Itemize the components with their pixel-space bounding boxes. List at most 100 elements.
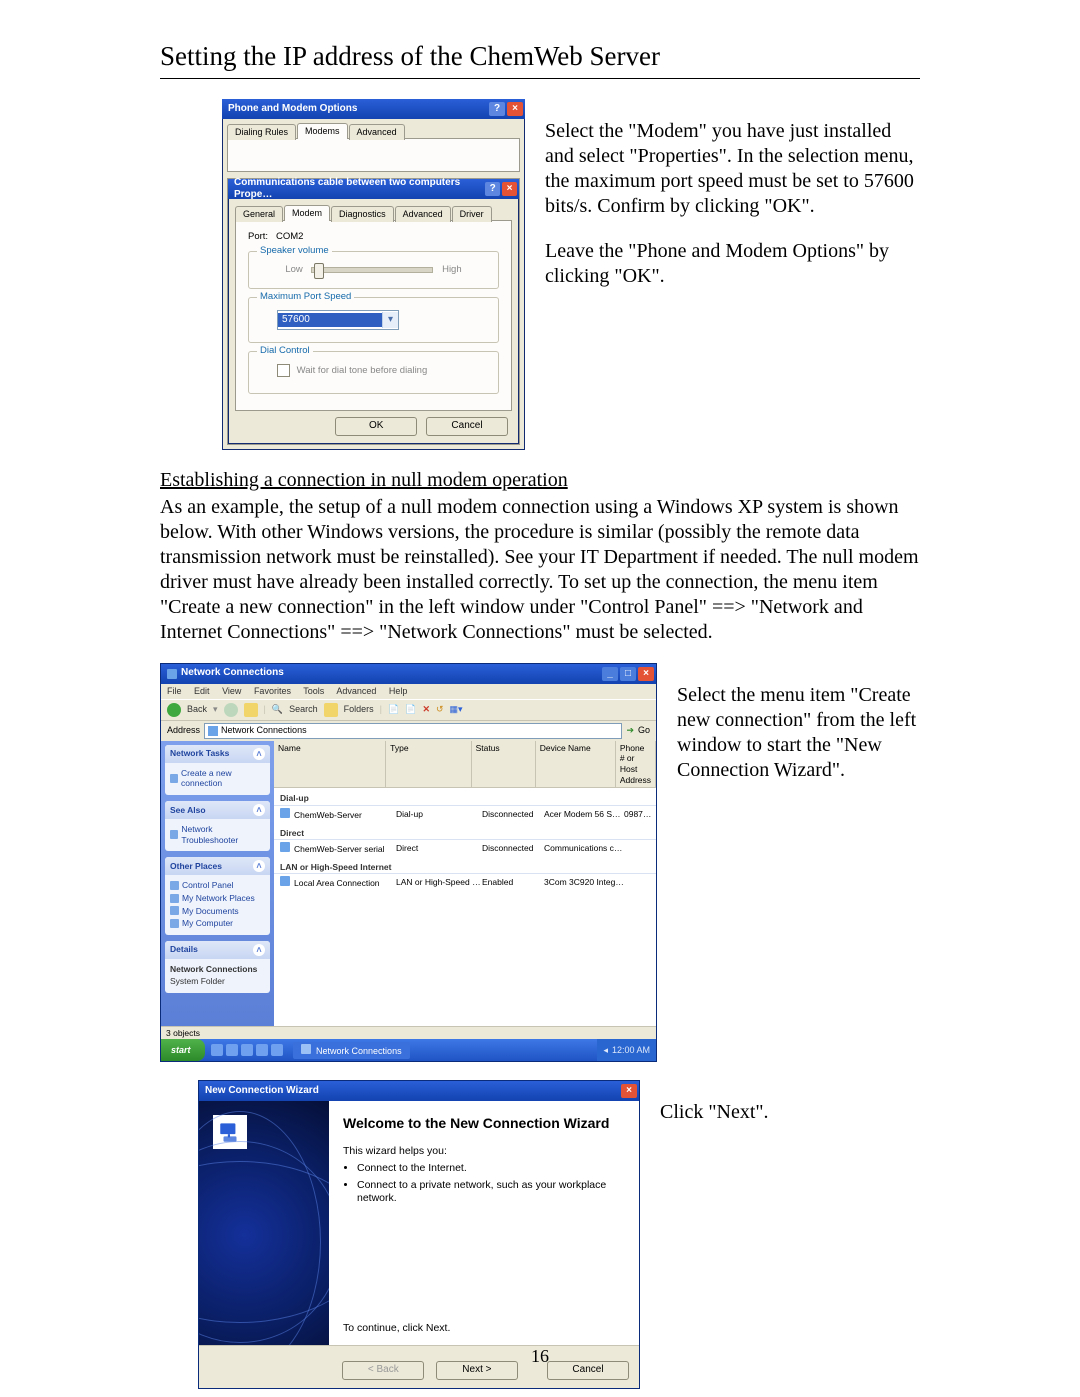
col-phone[interactable]: Phone # or Host Address	[616, 741, 656, 788]
port-speed-select[interactable]: 57600 ▾	[277, 310, 399, 330]
folders-label[interactable]: Folders	[344, 704, 374, 715]
side-details-header: Details	[170, 944, 198, 955]
sidebar-item-control-panel[interactable]: Control Panel	[170, 879, 265, 892]
menu-favorites[interactable]: Favorites	[254, 686, 291, 696]
minimize-icon[interactable]: _	[602, 667, 618, 681]
row-chemweb-dialup[interactable]: ChemWeb-Server Dial-up Disconnected Acer…	[274, 806, 656, 823]
inner-tab-modem[interactable]: Modem	[284, 205, 330, 221]
copy-icon[interactable]: 📄	[405, 704, 416, 715]
col-status[interactable]: Status	[472, 741, 536, 788]
tab-dialing-rules[interactable]: Dialing Rules	[227, 124, 296, 140]
page-number: 16	[0, 1345, 1080, 1368]
group-lan: LAN or High-Speed Internet	[274, 859, 656, 875]
side-tasks-header: Network Tasks	[170, 748, 229, 759]
undo-icon[interactable]: ↺	[436, 704, 444, 715]
back-label[interactable]: Back	[187, 704, 207, 715]
modem-properties-dialog: Communications cable between two compute…	[227, 178, 520, 445]
troubleshoot-icon	[170, 830, 178, 839]
search-label[interactable]: Search	[289, 704, 318, 715]
back-icon[interactable]	[167, 703, 181, 717]
chevron-up-icon[interactable]: ˄	[253, 804, 265, 816]
inner-tab-general[interactable]: General	[235, 206, 283, 222]
folders-icon[interactable]	[324, 703, 338, 717]
cancel-button[interactable]: Cancel	[426, 417, 508, 436]
menu-tools[interactable]: Tools	[303, 686, 324, 696]
forward-icon[interactable]	[224, 703, 238, 717]
para-null-modem-body: As an example, the setup of a null modem…	[160, 495, 920, 645]
help-icon[interactable]: ?	[489, 102, 505, 116]
chevron-down-icon[interactable]: ▾	[382, 312, 398, 328]
col-name[interactable]: Name	[274, 741, 386, 788]
wizard-heading: Welcome to the New Connection Wizard	[343, 1115, 625, 1133]
volume-slider[interactable]	[311, 267, 433, 273]
details-line2: System Folder	[170, 975, 265, 988]
close-icon[interactable]: ×	[638, 667, 654, 681]
statusbar: 3 objects	[161, 1026, 656, 1040]
move-icon[interactable]: 📄	[388, 704, 399, 715]
speaker-volume-group: Speaker volume Low High	[248, 251, 499, 289]
up-icon[interactable]	[244, 703, 258, 717]
delete-icon[interactable]: ✕	[422, 704, 430, 715]
page-title: Setting the IP address of the ChemWeb Se…	[160, 40, 920, 74]
col-type[interactable]: Type	[386, 741, 471, 788]
address-icon	[208, 726, 218, 736]
ql-icon[interactable]	[211, 1044, 223, 1056]
clock: 12:00 AM	[612, 1045, 650, 1056]
menu-edit[interactable]: Edit	[194, 686, 210, 696]
menu-view[interactable]: View	[222, 686, 241, 696]
sidebar-item-troubleshooter[interactable]: Network Troubleshooter	[170, 823, 265, 846]
slider-high-label: High	[442, 264, 462, 275]
para-create-new-connection: Select the menu item "Create new connect…	[677, 683, 920, 783]
wizard-helps: This wizard helps you:	[343, 1145, 625, 1158]
port-speed-value: 57600	[278, 313, 382, 328]
inner-tab-diagnostics[interactable]: Diagnostics	[331, 206, 394, 222]
max-port-speed-group: Maximum Port Speed 57600 ▾	[248, 297, 499, 343]
tab-modems[interactable]: Modems	[297, 123, 348, 139]
go-label[interactable]: Go	[638, 725, 650, 736]
menu-file[interactable]: File	[167, 686, 182, 696]
ql-icon[interactable]	[241, 1044, 253, 1056]
taskbar: start Network Connections ◂ 12:00 AM	[161, 1039, 656, 1061]
control-panel-icon	[170, 881, 179, 890]
close-icon[interactable]: ×	[621, 1084, 637, 1098]
title-rule	[160, 78, 920, 79]
taskbar-item[interactable]: Network Connections	[293, 1042, 410, 1059]
search-icon[interactable]: 🔍	[272, 704, 283, 715]
wait-dialtone-label: Wait for dial tone before dialing	[297, 365, 428, 376]
wizard-bullet-internet: Connect to the Internet.	[357, 1162, 625, 1175]
col-device[interactable]: Device Name	[536, 741, 616, 788]
views-icon[interactable]: ▦▾	[450, 704, 463, 715]
sidebar-item-my-network[interactable]: My Network Places	[170, 892, 265, 905]
tab-advanced[interactable]: Advanced	[349, 124, 405, 140]
chevron-up-icon[interactable]: ˄	[253, 944, 265, 956]
start-button[interactable]: start	[161, 1039, 205, 1061]
chevron-up-icon[interactable]: ˄	[253, 748, 265, 760]
sidebar-item-my-computer[interactable]: My Computer	[170, 917, 265, 930]
row-chemweb-serial[interactable]: ChemWeb-Server serial Direct Disconnecte…	[274, 840, 656, 857]
inner-tab-advanced[interactable]: Advanced	[395, 206, 451, 222]
row-lan[interactable]: Local Area Connection LAN or High-Speed …	[274, 874, 656, 891]
maximize-icon[interactable]: □	[620, 667, 636, 681]
address-input[interactable]: Network Connections	[204, 723, 622, 739]
tray-icon[interactable]: ◂	[603, 1045, 608, 1056]
connection-icon	[280, 808, 290, 818]
sidebar-item-my-documents[interactable]: My Documents	[170, 905, 265, 918]
go-icon[interactable]: ➔	[626, 725, 634, 736]
new-connection-icon	[170, 774, 178, 783]
menu-advanced[interactable]: Advanced	[336, 686, 376, 696]
ql-icon[interactable]	[271, 1044, 283, 1056]
speaker-legend: Speaker volume	[257, 245, 332, 257]
inner-tab-driver[interactable]: Driver	[452, 206, 492, 222]
ok-button[interactable]: OK	[335, 417, 417, 436]
close-icon[interactable]: ×	[502, 182, 517, 196]
close-icon[interactable]: ×	[507, 102, 523, 116]
sidebar-item-create-connection[interactable]: Create a new connection	[170, 767, 265, 790]
ql-icon[interactable]	[226, 1044, 238, 1056]
help-icon[interactable]: ?	[485, 182, 500, 196]
wait-dialtone-checkbox[interactable]	[277, 364, 290, 377]
ql-icon[interactable]	[256, 1044, 268, 1056]
menu-help[interactable]: Help	[389, 686, 408, 696]
para-modem-instructions: Select the "Modem" you have just install…	[545, 119, 920, 219]
chevron-up-icon[interactable]: ˄	[253, 860, 265, 872]
wizard-title: New Connection Wizard	[205, 1085, 319, 1098]
